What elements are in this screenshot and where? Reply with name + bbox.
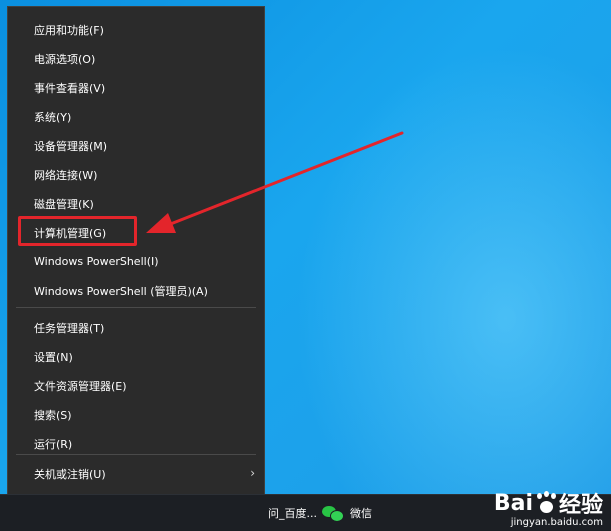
taskbar-item-label: 问_百度... [268, 507, 317, 520]
taskbar-item-browser[interactable]: 问_百度... [268, 495, 317, 531]
menu-item-system[interactable]: 系统(Y) [8, 102, 264, 131]
menu-item-settings[interactable]: 设置(N) [8, 342, 264, 371]
taskbar-item-label: 微信 [350, 507, 372, 520]
menu-group-shell-tools: 任务管理器(T) 设置(N) 文件资源管理器(E) 搜索(S) 运行(R) [8, 313, 264, 458]
menu-item-device-manager[interactable]: 设备管理器(M) [8, 131, 264, 160]
highlight-box [18, 216, 137, 246]
menu-item-label: 关机或注销(U) [34, 467, 106, 481]
baidu-jingyan-watermark: Bai 经验 jingyan.baidu.com [494, 487, 603, 529]
menu-item-event-viewer[interactable]: 事件查看器(V) [8, 73, 264, 102]
paw-icon [534, 491, 558, 515]
wechat-icon [322, 504, 344, 522]
menu-item-power-options[interactable]: 电源选项(O) [8, 44, 264, 73]
desktop-glow [260, 0, 611, 531]
taskbar-item-wechat[interactable]: 微信 [322, 495, 372, 531]
menu-item-search[interactable]: 搜索(S) [8, 400, 264, 429]
winx-quick-link-menu: 应用和功能(F) 电源选项(O) 事件查看器(V) 系统(Y) 设备管理器(M)… [7, 6, 265, 528]
menu-item-shutdown-signout[interactable]: 关机或注销(U) › [8, 459, 264, 488]
menu-group-system-tools: 应用和功能(F) 电源选项(O) 事件查看器(V) 系统(Y) 设备管理器(M)… [8, 15, 264, 305]
menu-separator [16, 454, 256, 455]
menu-item-powershell-admin[interactable]: Windows PowerShell (管理员)(A) [8, 276, 264, 305]
watermark-brand-left: Bai [493, 490, 533, 516]
menu-separator [16, 307, 256, 308]
menu-item-powershell[interactable]: Windows PowerShell(I) [8, 247, 264, 276]
menu-item-file-explorer[interactable]: 文件资源管理器(E) [8, 371, 264, 400]
watermark-url: jingyan.baidu.com [510, 517, 603, 528]
menu-item-network-connections[interactable]: 网络连接(W) [8, 160, 264, 189]
watermark-logo: Bai 经验 [494, 487, 603, 519]
menu-item-disk-management[interactable]: 磁盘管理(K) [8, 189, 264, 218]
menu-item-task-manager[interactable]: 任务管理器(T) [8, 313, 264, 342]
menu-item-apps-features[interactable]: 应用和功能(F) [8, 15, 264, 44]
watermark-brand-right: 经验 [558, 493, 603, 518]
chevron-right-icon: › [250, 466, 255, 480]
